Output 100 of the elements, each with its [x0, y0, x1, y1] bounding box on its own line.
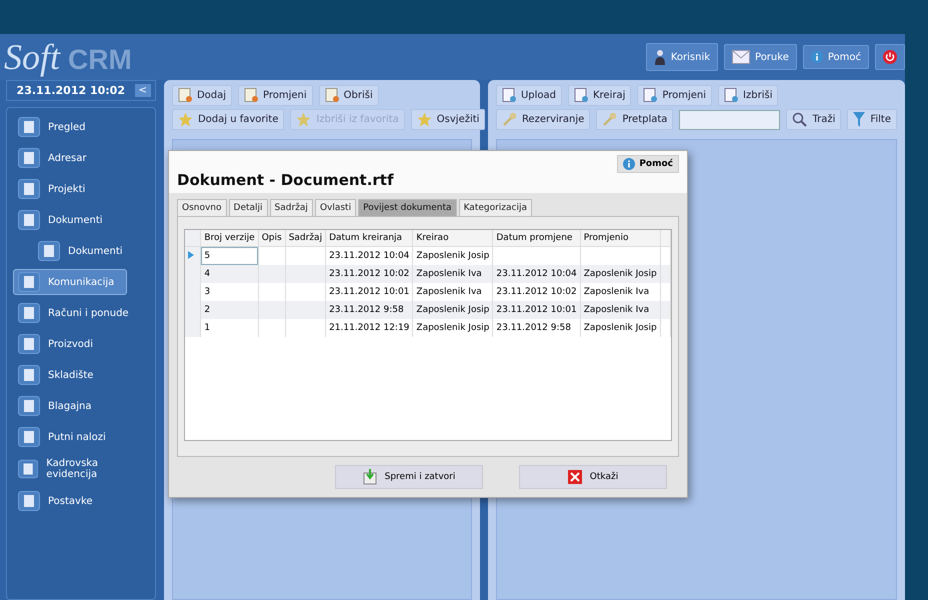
table-cell: Zaposlenik Iva: [416, 287, 482, 297]
table-cell: 21.11.2012 12:19: [329, 323, 410, 333]
sidebar-item[interactable]: Dokumenti: [13, 207, 108, 233]
table-cell: Zaposlenik Josip: [584, 323, 657, 333]
sidebar-item[interactable]: Blagajna: [13, 393, 96, 419]
tile-icon: [18, 179, 40, 199]
table-cell: 1: [204, 323, 210, 333]
tab[interactable]: Osnovno: [177, 199, 227, 216]
star-icon: [296, 112, 312, 127]
power-icon: [883, 50, 897, 64]
tile-icon: [18, 334, 40, 354]
column-header: Datum promjene: [492, 230, 580, 246]
table-cell: 3: [204, 287, 210, 297]
table-cell: 23.11.2012 10:04: [329, 251, 410, 261]
toolbar-button[interactable]: Kreiraj: [568, 85, 632, 106]
table-cell: 23.11.2012 10:01: [496, 305, 577, 315]
column-header: Sadržaj: [285, 230, 326, 246]
tile-icon: [18, 396, 40, 416]
tile-icon: [18, 459, 38, 479]
sidebar-item[interactable]: Komunikacija: [13, 269, 128, 295]
sidebar-item[interactable]: Projekti: [13, 176, 90, 202]
star-icon: [416, 112, 432, 127]
page-icon: [724, 88, 738, 103]
table-cell: 5: [204, 251, 210, 261]
dialog-title: Dokument - Document.rtf: [177, 171, 394, 189]
column-header: Opis: [258, 230, 286, 246]
search-button[interactable]: Traži: [786, 109, 842, 130]
sidebar-item[interactable]: Kadrovska evidencija: [13, 455, 149, 483]
sidebar-item[interactable]: Proizvodi: [13, 331, 98, 357]
tile-icon: [18, 427, 40, 447]
help-button[interactable]: Pomoć: [617, 155, 679, 173]
logo-crm: CRM: [68, 44, 132, 76]
table-cell: 2: [204, 305, 210, 315]
sidebar-item[interactable]: Adresar: [13, 145, 92, 171]
info-icon: [623, 158, 636, 170]
tab[interactable]: Povijest dokumenta: [358, 199, 457, 216]
tile-icon: [38, 241, 60, 261]
date-text: 23.11.2012 10:02: [16, 84, 126, 97]
toolbar-button[interactable]: Osvježiti: [410, 109, 486, 130]
page-icon: [574, 88, 588, 103]
table-cell: 4: [204, 269, 210, 279]
sidebar-item[interactable]: Postavke: [13, 488, 98, 514]
toolbar-button[interactable]: Promjeni: [238, 85, 313, 106]
tile-icon: [18, 365, 40, 385]
tile-icon: [18, 303, 40, 323]
envelope-icon: [732, 50, 750, 64]
sidebar-item[interactable]: Pregled: [13, 114, 91, 140]
tab[interactable]: Kategorizacija: [458, 199, 532, 216]
page-icon: [502, 88, 516, 103]
table-cell: Zaposlenik Josip: [416, 251, 490, 261]
column-header: Promjenio: [580, 230, 660, 246]
save-icon: [362, 469, 377, 485]
page-icon: [324, 88, 339, 103]
key-icon: [602, 112, 618, 127]
table-cell: Zaposlenik Iva: [416, 269, 482, 279]
sidebar-item[interactable]: Dokumenti: [33, 238, 128, 264]
table-cell: Zaposlenik Josip: [584, 269, 657, 279]
tile-icon: [18, 117, 40, 137]
sidebar-item[interactable]: Računi i ponude: [13, 300, 134, 326]
search-field[interactable]: [679, 110, 780, 130]
sidebar-item[interactable]: Skladište: [13, 362, 98, 388]
table-cell: 23.11.2012 10:02: [329, 269, 410, 279]
toolbar-button[interactable]: Pretplata: [596, 109, 674, 130]
power-button[interactable]: [875, 44, 905, 70]
table-cell: 23.11.2012 9:58: [496, 323, 571, 333]
tile-icon: [18, 491, 40, 511]
toolbar-button[interactable]: Izbriši: [718, 85, 778, 106]
tab[interactable]: Sadržaj: [270, 199, 313, 216]
column-header: Broj verzije: [200, 230, 258, 246]
search-icon: [792, 112, 808, 127]
sidebar-item[interactable]: Putni nalozi: [13, 424, 111, 450]
table-cell: 23.11.2012 9:58: [329, 305, 404, 315]
table-cell: Zaposlenik Iva: [584, 287, 650, 297]
tile-icon: [18, 272, 40, 292]
person-icon: [654, 49, 666, 65]
toolbar-button[interactable]: Dodaj u favorite: [172, 109, 284, 130]
close-icon: [568, 470, 582, 484]
toolbar-button[interactable]: Dodaj: [172, 85, 232, 106]
filter-button[interactable]: Filte: [847, 109, 897, 130]
top-button[interactable]: Pomoć: [802, 45, 869, 69]
top-button[interactable]: Poruke: [724, 44, 797, 70]
logo-soft: Soft: [4, 36, 60, 78]
cancel-button[interactable]: Otkaži: [519, 465, 667, 489]
save-button[interactable]: Spremi i zatvori: [335, 465, 483, 489]
tile-icon: [18, 148, 40, 168]
table-cell: 23.11.2012 10:02: [496, 287, 577, 297]
tab[interactable]: Ovlasti: [314, 199, 356, 216]
column-header: Datum kreiranja: [326, 230, 413, 246]
toolbar-button[interactable]: Obriši: [318, 85, 379, 106]
table-cell: 23.11.2012 10:04: [496, 269, 577, 279]
table-cell: Zaposlenik Iva: [584, 305, 650, 315]
info-icon: [810, 51, 823, 63]
top-button[interactable]: Korisnik: [646, 43, 718, 71]
tab[interactable]: Detalji: [228, 199, 268, 216]
toolbar-button[interactable]: Promjeni: [637, 85, 712, 106]
row-pointer-icon: [188, 250, 194, 258]
key-icon: [502, 112, 517, 127]
toolbar-button[interactable]: Rezerviranje: [496, 109, 590, 130]
toolbar-button[interactable]: Upload: [496, 85, 562, 106]
page-icon: [643, 88, 658, 103]
